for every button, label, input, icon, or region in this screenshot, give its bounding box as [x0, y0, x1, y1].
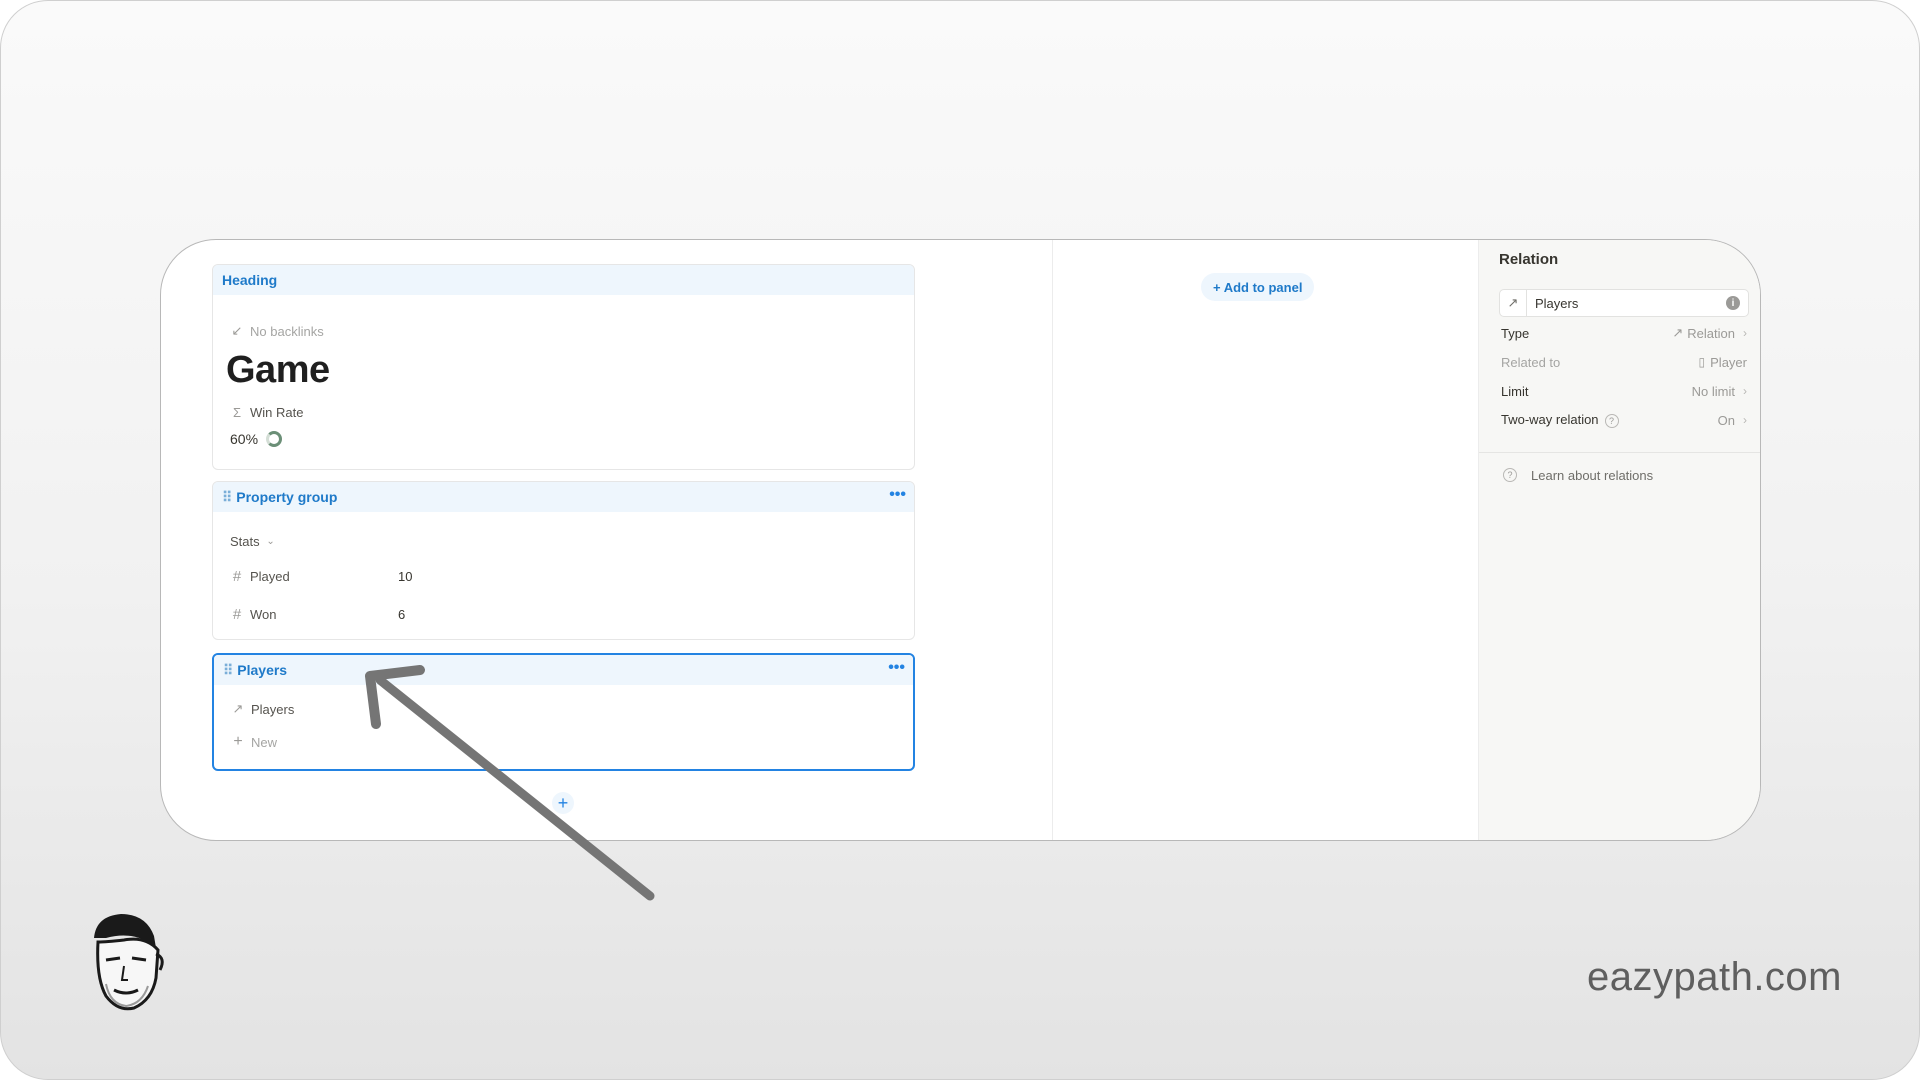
avatar-illustration — [94, 914, 164, 1011]
annotation-arrow — [365, 665, 655, 901]
brand-watermark: eazypath.com — [1586, 955, 1842, 999]
arrow-shaft — [375, 675, 655, 901]
